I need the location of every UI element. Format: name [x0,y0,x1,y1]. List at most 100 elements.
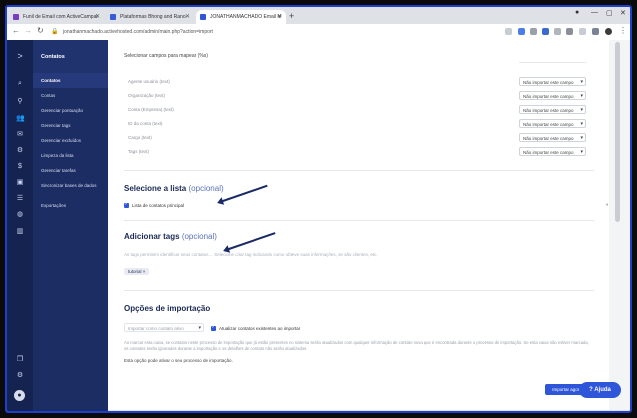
submenu-title: Contatos [33,40,108,74]
field-mapping-select[interactable]: Não importar este campo ▾ [519,77,586,86]
avatar[interactable]: ● [14,390,25,401]
main-list-label: Lista de contatos principal [132,203,185,208]
back-icon[interactable]: ← [12,26,20,35]
tags-section-title: Adicionar tags (opcional) [124,232,217,241]
tab-label: JONATHANMACHADO Email M [210,14,282,20]
field-label: Tags (text) [128,149,150,154]
extension-icon[interactable] [554,28,561,35]
help-button[interactable]: ? Ajuda [579,382,621,398]
select-value: Não importar este campo [523,136,574,141]
field-label: Organização (text) [128,93,166,98]
extension-icon[interactable] [530,28,537,35]
menu-item-sincronizar[interactable]: Sincronizar bases de dados [41,183,103,188]
share-icon[interactable] [505,28,512,35]
divider [124,170,594,171]
automation-icon[interactable]: ⚙ [16,147,24,155]
tags-help-text: As tags permitem identificar seus contat… [124,252,378,257]
close-tab-icon[interactable]: ✕ [277,10,282,24]
update-existing-checkbox[interactable] [211,324,216,331]
extension-icon[interactable] [518,28,525,35]
mapping-heading: Selecionar campos para mapear (%s) [124,53,208,59]
activecampaign-logo-icon[interactable]: > [16,52,24,61]
field-mapping-select[interactable]: Não importar este campo ▾ [519,133,586,142]
menu-item-contatos[interactable]: Contatos [41,78,103,83]
field-mapping-select[interactable]: Não importar este campo ▾ [519,91,586,100]
field-mapping-select[interactable]: Não importar este campo ▾ [519,105,586,114]
menu-item-tarefas[interactable]: Gerenciar tarefas [41,168,103,173]
menu-item-pontuacao[interactable]: Gerenciar pontuação [41,108,103,113]
tab-favicon-icon [13,14,19,20]
tab-favicon-icon [200,14,206,20]
import-form: Selecionar campos para mapear (%s) Agent… [108,40,609,410]
puzzle-icon[interactable] [566,28,573,35]
reload-icon[interactable]: ↻ [37,26,44,35]
search-icon[interactable]: ⌕ [16,80,24,88]
menu-item-contas[interactable]: Contas [41,93,103,98]
website-icon[interactable]: ◍ [16,211,24,219]
field-mapping-select[interactable]: Não importar este campo ▾ [519,119,586,128]
field-mapping-select[interactable]: Não importar este campo ▾ [519,147,586,156]
chevron-down-icon: ▾ [580,149,583,155]
chevron-down-icon[interactable]: ▾ [606,202,608,208]
deals-icon[interactable]: $ [16,163,24,171]
minimize-icon[interactable]: — [591,9,598,16]
conversations-icon[interactable]: ▣ [16,179,24,187]
menu-item-limpeza[interactable]: Limpeza da lista [41,153,103,158]
import-note: Esta opção pode ativar o seu processo de… [124,358,233,363]
profile-dot-icon[interactable]: ● [575,9,579,16]
maximize-icon[interactable]: ▢ [606,9,613,17]
more-menu-icon[interactable]: ⋮ [619,26,627,35]
lists-icon[interactable]: ☰ [16,195,24,203]
extension-icon[interactable] [542,28,549,35]
extension-icon[interactable] [592,28,599,35]
list-section-title: Selecione a lista (opcional) [124,184,224,193]
browser-tab-1[interactable]: Funil de Email com ActiveCampai ✕ [9,10,104,24]
browser-tab-3[interactable]: JONATHANMACHADO Email M ✕ [196,10,286,24]
select-value: Não importar este campo [523,94,574,99]
tab-label: Plataformas Bhong and Rano [120,14,186,20]
remove-tag-icon[interactable]: × [143,269,146,274]
tag-chip[interactable]: tutorial × [124,268,150,275]
main-list-checkbox[interactable] [124,201,129,208]
field-label: Cargo (text) [128,135,152,140]
chevron-down-icon: ▾ [580,79,583,85]
settings-icon[interactable]: ⚙ [16,372,24,380]
close-tab-icon[interactable]: ✕ [185,10,190,24]
update-description: Ao marcar esta caixa, se contatos neste … [124,340,589,351]
avatar[interactable] [605,28,612,35]
contact-status-select[interactable]: Importar como contato ativo ▾ [124,323,204,332]
chevron-down-icon: ▾ [580,93,583,99]
section-title-text: Selecione a lista [124,184,187,193]
scrollbar-thumb[interactable] [615,42,620,222]
email-icon[interactable]: ✉ [16,131,24,139]
menu-item-exportacoes[interactable]: Exportações [41,203,103,208]
pages-icon[interactable]: ❐ [16,356,24,364]
browser-tab-2[interactable]: Plataformas Bhong and Rano ✕ [106,10,194,24]
reports-icon[interactable]: ▥ [16,228,24,236]
browser-toolbar: ← → ↻ 🔒 jonathanmachado.activehosted.com… [7,24,630,41]
select-value: Não importar este campo [523,150,574,155]
new-tab-icon[interactable]: + [289,10,294,22]
app-icon-rail: > ⌕ ⚲ 👥 ✉ ⚙ $ ▣ ☰ ◍ ▥ ❐ ⚙ ● [7,40,33,411]
screen: Funil de Email com ActiveCampai ✕ Plataf… [5,5,632,413]
menu-item-excluidos[interactable]: Gerenciar excluídos [41,138,103,143]
tab-favicon-icon [110,14,116,20]
close-tab-icon[interactable]: ✕ [95,10,100,24]
contacts-icon[interactable]: 👥 [16,115,25,123]
menu-item-tags[interactable]: Gerenciar tags [41,123,103,128]
location-icon[interactable]: ⚲ [16,98,24,106]
select-value: Não importar este campo [523,108,574,113]
address-bar[interactable]: jonathanmachado.activehosted.com/admin/m… [63,27,483,37]
chevron-down-icon: ▾ [198,325,201,331]
chevron-down-icon: ▾ [580,121,583,127]
close-window-icon[interactable]: ✕ [620,9,626,17]
page-scrollbar[interactable] [609,40,630,410]
field-label: Agente usuário (text) [128,79,170,84]
select-value: Não importar este campo [523,80,574,85]
forward-icon[interactable]: → [24,26,32,35]
bookmark-icon[interactable] [579,28,586,35]
help-icon: ? [589,387,593,393]
section-title-text: Adicionar tags [124,232,180,241]
tag-chip-label: tutorial [128,269,142,274]
optional-label: (opcional) [188,184,224,193]
